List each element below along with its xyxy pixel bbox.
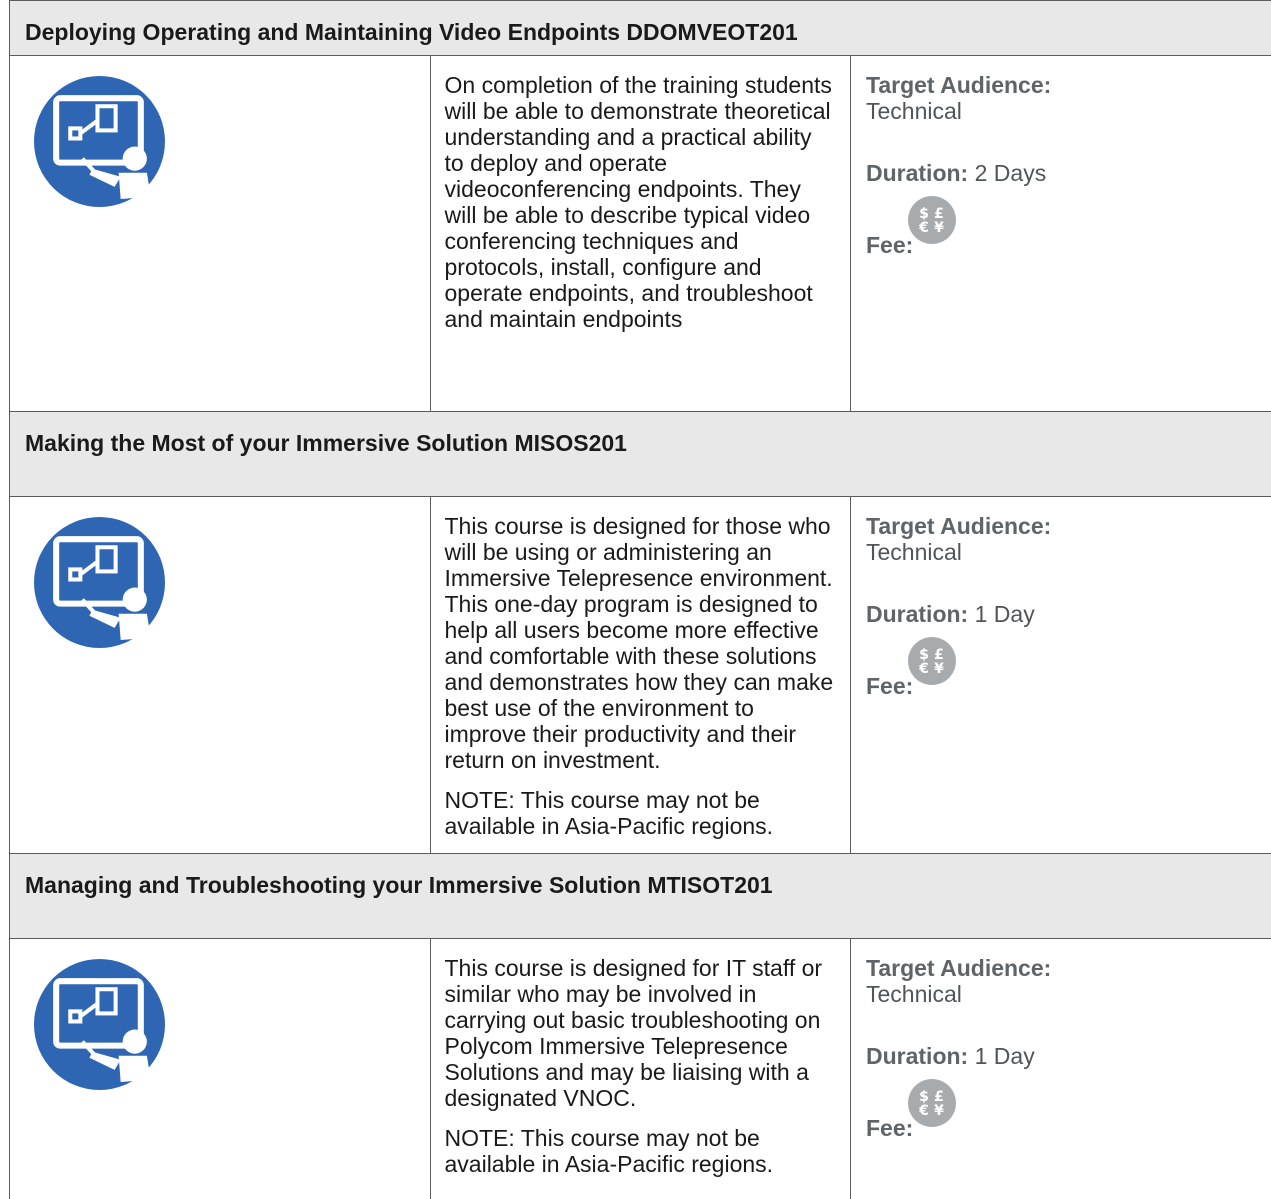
currency-icon: $ £ € ¥ [908, 637, 956, 691]
target-audience-label: Target Audience: [866, 955, 1271, 981]
course-row: This course is designed for IT staff or … [10, 939, 1271, 1199]
course-title: Managing and Troubleshooting your Immers… [10, 854, 1271, 939]
target-audience-value: Technical [866, 981, 1271, 1007]
duration-label: Duration: [866, 160, 968, 186]
currency-symbol: € [918, 220, 929, 236]
course-row: This course is designed for those who wi… [10, 497, 1271, 854]
course-title-row: Managing and Troubleshooting your Immers… [10, 854, 1271, 939]
presentation-icon [10, 939, 430, 1095]
icon-cell [10, 56, 431, 412]
currency-icon: $ £ € ¥ [908, 196, 956, 250]
course-meta: Target Audience: Technical Duration: 1 D… [851, 939, 1271, 1199]
note-paragraph: NOTE: This course may not be available i… [445, 787, 837, 839]
course-title: Making the Most of your Immersive Soluti… [10, 412, 1271, 497]
course-title: Deploying Operating and Maintaining Vide… [10, 1, 1271, 56]
course-title-row: Deploying Operating and Maintaining Vide… [10, 1, 1271, 56]
target-audience-value: Technical [866, 98, 1271, 124]
currency-symbol: ¥ [934, 661, 944, 677]
target-audience-label: Target Audience: [866, 513, 1271, 539]
fee-label: Fee: [866, 673, 913, 700]
currency-symbol: ¥ [934, 220, 944, 236]
icon-cell [10, 497, 431, 854]
duration-value: 1 Day [968, 601, 1034, 627]
course-row: On completion of the training students w… [10, 56, 1271, 412]
course-meta: Target Audience: Technical Duration: 2 D… [851, 56, 1271, 412]
description-paragraph: This course is designed for those who wi… [445, 513, 837, 773]
duration-label: Duration: [866, 601, 968, 627]
currency-icon: $ £ € ¥ [908, 1079, 956, 1133]
target-audience-value: Technical [866, 539, 1271, 565]
course-description: This course is designed for IT staff or … [430, 939, 851, 1199]
currency-symbol: € [918, 1103, 929, 1119]
fee-label: Fee: [866, 232, 913, 259]
description-paragraph: This course is designed for IT staff or … [445, 955, 837, 1111]
duration-value: 1 Day [968, 1043, 1034, 1069]
duration-label: Duration: [866, 1043, 968, 1069]
currency-symbol: € [918, 661, 929, 677]
fee-label: Fee: [866, 1115, 913, 1142]
course-title-row: Making the Most of your Immersive Soluti… [10, 412, 1271, 497]
description-paragraph: On completion of the training students w… [445, 72, 837, 332]
duration-value: 2 Days [968, 160, 1046, 186]
icon-cell [10, 939, 431, 1199]
course-meta: Target Audience: Technical Duration: 1 D… [851, 497, 1271, 854]
presentation-icon [10, 56, 430, 212]
presentation-icon [10, 497, 430, 653]
course-description: This course is designed for those who wi… [430, 497, 851, 854]
target-audience-label: Target Audience: [866, 72, 1271, 98]
currency-symbol: ¥ [934, 1103, 944, 1119]
course-description: On completion of the training students w… [430, 56, 851, 412]
note-paragraph: NOTE: This course may not be available i… [445, 1125, 837, 1177]
course-table: Deploying Operating and Maintaining Vide… [9, 0, 1271, 1199]
